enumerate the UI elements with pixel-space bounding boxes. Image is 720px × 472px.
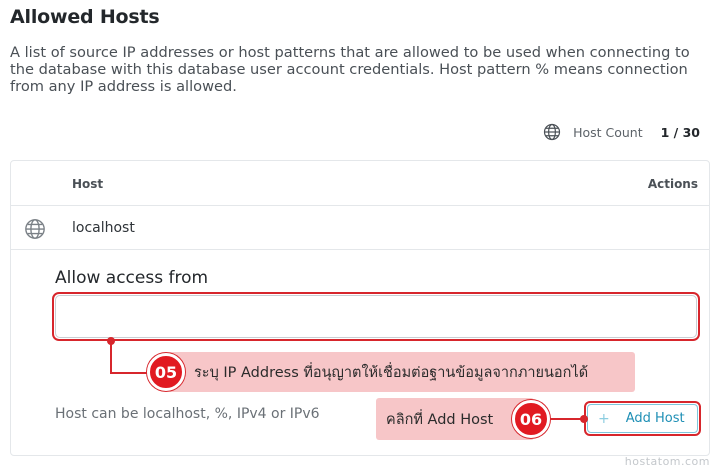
allow-access-input[interactable] xyxy=(55,295,697,338)
callout-step-6-text: คลิกที่ Add Host xyxy=(386,411,494,428)
column-header-host: Host xyxy=(72,177,104,191)
globe-icon xyxy=(543,123,561,141)
host-cell: localhost xyxy=(72,220,135,236)
step-badge-5: 05 xyxy=(147,353,185,391)
callout-step-5: ระบุ IP Address ที่อนุญาตให้เชื่อมต่อฐาน… xyxy=(168,352,635,392)
connector-dot xyxy=(580,415,588,423)
connector-line xyxy=(110,372,150,374)
host-count: Host Count 1 / 30 xyxy=(543,123,700,141)
watermark: hostatom.com xyxy=(624,455,710,468)
connector-line xyxy=(110,341,112,373)
step-badge-6: 06 xyxy=(512,400,550,438)
allow-access-label: Allow access from xyxy=(55,268,209,288)
table-header: Host Actions xyxy=(11,161,709,206)
column-header-actions: Actions xyxy=(647,177,698,191)
callout-step-5-text: ระบุ IP Address ที่อนุญาตให้เชื่อมต่อฐาน… xyxy=(194,364,589,381)
callout-step-6: คลิกที่ Add Host xyxy=(376,398,534,440)
add-host-label: Add Host xyxy=(625,411,685,426)
connector-line xyxy=(550,418,584,420)
page-title: Allowed Hosts xyxy=(10,6,160,28)
page-description: A list of source IP addresses or host pa… xyxy=(10,44,690,95)
host-hint: Host can be localhost, %, IPv4 or IPv6 xyxy=(55,406,320,422)
add-host-button[interactable]: + Add Host xyxy=(587,404,698,433)
table-row: localhost xyxy=(11,206,709,250)
plus-icon: + xyxy=(598,410,610,427)
host-count-value: 1 / 30 xyxy=(660,124,700,140)
host-count-label: Host Count xyxy=(573,124,643,140)
globe-icon xyxy=(25,219,45,239)
